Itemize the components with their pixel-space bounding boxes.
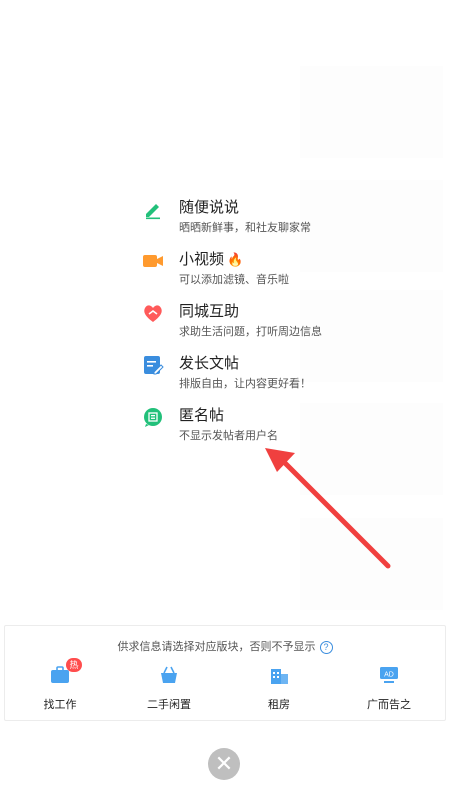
ad-board-icon: AD (378, 664, 400, 686)
building-icon (268, 664, 290, 686)
category-label: 找工作 (43, 699, 77, 711)
card-notice: 供求信息请选择对应版块，否则不予显示? (5, 638, 445, 654)
category-label: 广而告之 (367, 699, 411, 711)
basket-icon (158, 664, 180, 686)
notice-text: 供求信息请选择对应版块，否则不予显示 (117, 641, 316, 653)
category-find-job[interactable]: 热 找工作 (20, 658, 100, 720)
close-button[interactable]: ✕ (208, 748, 240, 780)
category-label: 二手闲置 (147, 699, 191, 711)
category-label: 租房 (268, 699, 290, 711)
category-secondhand[interactable]: 二手闲置 (129, 664, 209, 720)
help-icon[interactable]: ? (319, 640, 333, 654)
supply-demand-card: 供求信息请选择对应版块，否则不予显示? 热 找工作 二手闲置 租房 AD 广而告… (4, 625, 446, 721)
category-advertising[interactable]: AD 广而告之 (349, 664, 429, 720)
briefcase-icon: 热 (49, 658, 82, 686)
hot-badge: 热 (66, 658, 82, 672)
ad-icon-text: AD (384, 672, 394, 679)
category-rental[interactable]: 租房 (239, 664, 319, 720)
